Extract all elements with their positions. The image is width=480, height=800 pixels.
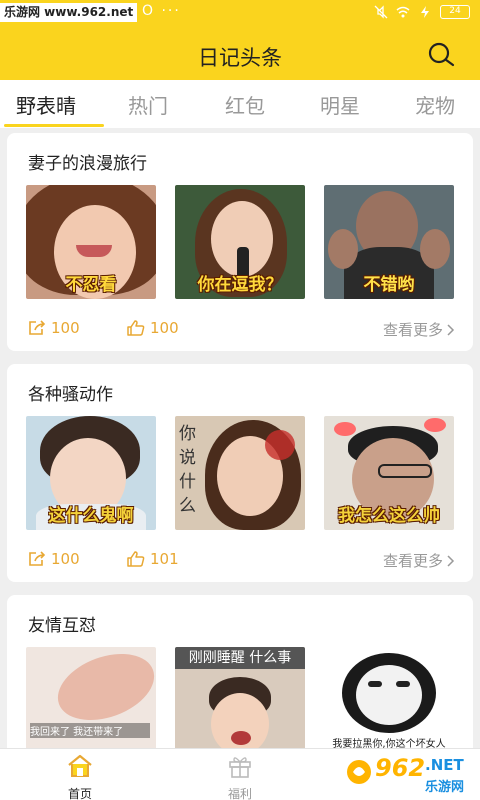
- meme-image[interactable]: 你在逗我？: [175, 185, 305, 299]
- mute-icon: [374, 5, 388, 19]
- battery-level: 24: [440, 5, 470, 19]
- like-count[interactable]: 100: [127, 319, 179, 337]
- nav-home[interactable]: 首页: [40, 753, 120, 800]
- chevron-right-icon: [447, 323, 455, 336]
- view-more-link[interactable]: 查看更多: [383, 550, 455, 571]
- meme-caption: 我回来了 我还带来了: [30, 723, 150, 738]
- watermark-label: 乐游网 www.962.net: [0, 3, 138, 22]
- app-header: 日记头条: [0, 28, 480, 80]
- meme-caption: 这什么鬼啊: [48, 506, 134, 526]
- post-card[interactable]: 友情互怼 我回来了 我还带来了 刚刚睡醒 什么事 我要拉黑你,你这个坏女人: [7, 595, 473, 765]
- logo-site-name: 乐游网: [425, 780, 465, 795]
- share-count-value: 100: [51, 550, 80, 568]
- notification-dots-icon: O ···: [142, 3, 181, 19]
- thumbs-up-icon: [127, 320, 145, 336]
- share-count[interactable]: 100: [28, 550, 80, 568]
- tab-yebiaoqing[interactable]: 野表晴: [16, 90, 76, 119]
- meme-caption: 刚刚睡醒 什么事: [175, 647, 305, 669]
- gift-icon: [229, 757, 251, 778]
- search-icon[interactable]: [426, 40, 456, 70]
- meme-image[interactable]: 你说什么: [175, 416, 305, 530]
- like-count-value: 100: [150, 319, 179, 337]
- meme-image[interactable]: 我怎么这么帅: [324, 416, 454, 530]
- page-title: 日记头条: [198, 46, 282, 70]
- meme-image[interactable]: 刚刚睡醒 什么事: [175, 647, 305, 761]
- home-icon: [68, 754, 92, 777]
- like-count-value: 101: [150, 550, 179, 568]
- nav-home-label: 首页: [67, 787, 92, 800]
- chevron-right-icon: [447, 554, 455, 567]
- post-card[interactable]: 各种骚动作 这什么鬼啊 你说什么 我怎么这么帅 100 101 查看更多: [7, 364, 473, 582]
- nav-welfare-label: 福利: [227, 787, 252, 800]
- meme-caption: 你在逗我？: [197, 275, 283, 295]
- card-title: 妻子的浪漫旅行: [28, 154, 147, 174]
- card-title: 各种骚动作: [28, 385, 113, 405]
- share-icon: [29, 320, 46, 335]
- card-title: 友情互怼: [28, 616, 96, 636]
- nav-welfare[interactable]: 福利: [200, 753, 280, 800]
- meme-image[interactable]: 我要拉黑你,你这个坏女人: [324, 647, 454, 761]
- wifi-icon: [396, 6, 410, 18]
- view-more-link[interactable]: 查看更多: [383, 319, 455, 340]
- post-card[interactable]: 妻子的浪漫旅行 不忍看 你在逗我？ 不错哟 100 100 查看更多: [7, 133, 473, 351]
- meme-caption: 我怎么这么帅: [338, 506, 440, 526]
- share-count-value: 100: [51, 319, 80, 337]
- category-tabs: 野表晴 热门 红包 明星 宠物: [0, 80, 480, 128]
- meme-caption: 不错哟: [363, 275, 415, 295]
- view-more-label: 查看更多: [382, 552, 443, 570]
- share-icon: [29, 551, 46, 566]
- tab-celebrity[interactable]: 明星: [320, 90, 360, 119]
- view-more-label: 查看更多: [382, 321, 443, 339]
- status-bar: 乐游网 www.962.net O ··· 24: [0, 0, 480, 28]
- tab-redpacket[interactable]: 红包: [225, 90, 265, 119]
- meme-image[interactable]: 不忍看: [26, 185, 156, 299]
- share-count[interactable]: 100: [28, 319, 80, 337]
- meme-image[interactable]: 这什么鬼啊: [26, 416, 156, 530]
- meme-caption: 不忍看: [65, 275, 117, 295]
- status-icons: 24: [374, 5, 470, 19]
- meme-image[interactable]: 不错哟: [324, 185, 454, 299]
- meme-image[interactable]: 我回来了 我还带来了: [26, 647, 156, 761]
- logo-number: 962: [375, 754, 426, 782]
- thumbs-up-icon: [127, 551, 145, 567]
- site-logo-badge: 962 .NET 乐游网: [345, 750, 477, 798]
- charging-icon: [421, 6, 429, 18]
- logo-suffix: .NET: [425, 756, 464, 774]
- like-count[interactable]: 101: [127, 550, 179, 568]
- tab-active-indicator: [4, 124, 104, 127]
- tab-hot[interactable]: 热门: [128, 90, 168, 119]
- tab-pets[interactable]: 宠物: [415, 90, 455, 119]
